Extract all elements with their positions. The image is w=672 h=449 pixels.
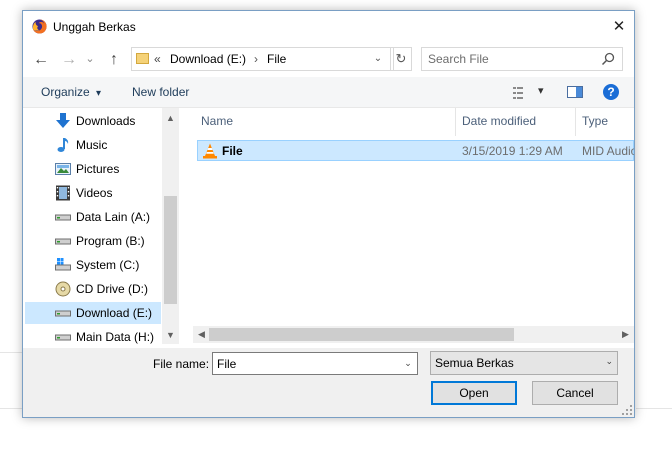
navigation-bar: ← → ⌄ ↑ « Download (E:) › File ⌄ ↻ (23, 42, 634, 77)
breadcrumb-separator: › (254, 52, 258, 66)
scrollbar-thumb[interactable] (164, 196, 177, 304)
drive-icon (55, 238, 71, 245)
preview-pane-icon[interactable] (567, 86, 583, 98)
sidebar-item-download-e[interactable]: Download (E:) (25, 302, 161, 324)
column-header-date-modified[interactable]: Date modified (462, 108, 536, 136)
scrollbar-thumb[interactable] (209, 328, 514, 341)
sidebar-item-system[interactable]: System (C:) (25, 254, 161, 276)
column-header-name[interactable]: Name (201, 108, 233, 136)
recent-locations-button[interactable]: ⌄ (84, 42, 96, 77)
sidebar-item-videos[interactable]: Videos (25, 182, 161, 204)
sidebar-item-label: Data Lain (A:) (76, 210, 151, 224)
vlc-cone-icon (203, 143, 217, 159)
download-arrow-icon (56, 113, 70, 128)
organize-button[interactable]: Organize ▾ (41, 85, 101, 99)
background-divider (0, 352, 22, 353)
sidebar-item-main-data[interactable]: Main Data (H:) (25, 326, 161, 344)
navigation-pane: Downloads Music Pictures Videos Data Lai… (23, 108, 178, 344)
file-list-horizontal-scrollbar[interactable]: ◀ ▶ (193, 326, 634, 343)
chevron-down-icon: ▾ (96, 88, 102, 99)
back-button[interactable]: ← (29, 42, 53, 77)
forward-button[interactable]: → (58, 42, 80, 77)
sidebar-scrollbar[interactable]: ▲ ▼ (162, 108, 179, 344)
sidebar-item-music[interactable]: Music (25, 134, 161, 156)
open-button[interactable]: Open (431, 381, 517, 405)
file-type-select[interactable]: Semua Berkas ⌄ (430, 351, 618, 375)
cd-drive-icon (55, 281, 71, 297)
sidebar-item-label: Pictures (76, 162, 120, 176)
breadcrumb-file[interactable]: File (267, 52, 286, 66)
sidebar-item-label: Main Data (H:) (76, 330, 155, 344)
sidebar-item-pictures[interactable]: Pictures (25, 158, 161, 180)
view-options-icon[interactable] (513, 87, 531, 99)
sidebar-item-label: System (C:) (76, 258, 140, 272)
sidebar-item-label: Download (E:) (76, 306, 153, 320)
window-title: Unggah Berkas (53, 20, 136, 34)
sidebar-item-downloads[interactable]: Downloads (25, 110, 161, 132)
resize-grip-icon[interactable] (622, 405, 632, 415)
column-header-type[interactable]: Type (582, 108, 608, 136)
chevron-down-icon: ⌄ (605, 356, 613, 366)
windows-drive-icon (55, 258, 71, 271)
organize-label: Organize (41, 85, 90, 99)
background-divider (636, 408, 672, 409)
background-divider (0, 408, 22, 409)
view-dropdown-icon[interactable]: ▾ (538, 84, 544, 97)
chevron-down-icon[interactable]: ⌄ (401, 356, 415, 371)
sidebar-item-label: Music (76, 138, 108, 152)
refresh-button[interactable]: ↻ (390, 47, 412, 71)
search-box[interactable] (421, 47, 623, 71)
file-name-combobox[interactable]: ⌄ (212, 352, 418, 375)
sidebar-item-program[interactable]: Program (B:) (25, 230, 161, 252)
command-bar: Organize ▾ New folder ▾ ? (23, 77, 634, 107)
table-row[interactable]: File 3/15/2019 1:29 AM MID Audio (197, 140, 634, 161)
column-divider[interactable] (455, 108, 456, 136)
sidebar-item-data-lain[interactable]: Data Lain (A:) (25, 206, 161, 228)
sidebar-item-cd-drive[interactable]: CD Drive (D:) (25, 278, 161, 300)
scroll-up-icon[interactable]: ▲ (162, 110, 179, 127)
drive-icon (55, 334, 71, 341)
music-note-icon (57, 138, 69, 152)
pictures-icon (55, 163, 71, 175)
address-dropdown-icon[interactable]: ⌄ (369, 47, 387, 71)
scroll-down-icon[interactable]: ▼ (162, 327, 179, 344)
address-bar[interactable]: « Download (E:) › File (131, 47, 394, 71)
cancel-button[interactable]: Cancel (532, 381, 618, 405)
folder-icon (136, 53, 149, 64)
sidebar-item-label: CD Drive (D:) (76, 282, 148, 296)
sidebar-item-label: Program (B:) (76, 234, 145, 248)
film-icon (56, 185, 70, 201)
sort-ascending-icon: ⌃ (319, 108, 327, 114)
file-name: File (222, 144, 243, 158)
content-area: Downloads Music Pictures Videos Data Lai… (23, 107, 634, 348)
search-icon[interactable] (601, 52, 615, 66)
drive-icon (55, 214, 71, 221)
title-bar: Unggah Berkas ✕ (23, 11, 634, 42)
file-name-label: File name: (153, 357, 210, 371)
close-button[interactable]: ✕ (604, 11, 634, 42)
file-name-input[interactable] (217, 356, 387, 371)
sidebar-item-label: Videos (76, 186, 113, 200)
scroll-left-icon[interactable]: ◀ (193, 326, 210, 343)
upload-dialog: Unggah Berkas ✕ ← → ⌄ ↑ « Download (E:) … (22, 10, 635, 418)
scroll-right-icon[interactable]: ▶ (617, 326, 634, 343)
column-divider[interactable] (575, 108, 576, 136)
breadcrumb-download-e[interactable]: Download (E:) (170, 52, 246, 66)
file-type-value: Semua Berkas (435, 356, 514, 370)
file-type: MID Audio (582, 144, 634, 158)
new-folder-button[interactable]: New folder (132, 85, 189, 99)
drive-icon (55, 310, 71, 317)
up-button[interactable]: ↑ (103, 42, 125, 77)
firefox-icon (32, 19, 47, 34)
search-input[interactable] (428, 51, 598, 67)
file-date-modified: 3/15/2019 1:29 AM (462, 144, 563, 158)
help-icon[interactable]: ? (603, 84, 619, 100)
sidebar-item-label: Downloads (76, 114, 136, 128)
file-list: ⌃ Name Date modified Type File 3/15/2019… (193, 108, 634, 344)
breadcrumb-overflow[interactable]: « (154, 52, 161, 66)
